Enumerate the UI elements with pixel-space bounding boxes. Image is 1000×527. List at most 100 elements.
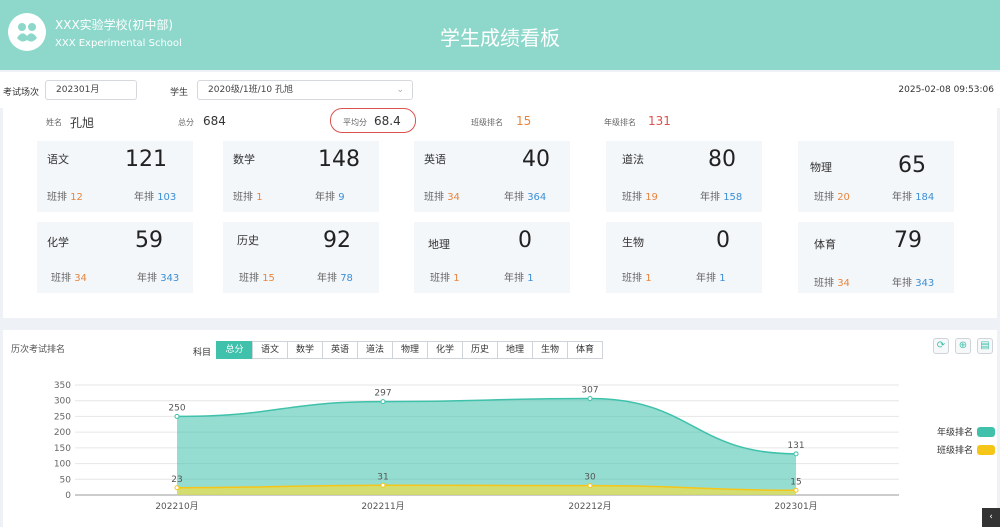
subject-card[interactable]: 体育 79 班排 34 年排 343 [798,222,954,293]
data-point [587,396,593,402]
x-tick-label: 202211月 [361,501,404,512]
tab-0[interactable]: 总分 [216,341,253,359]
data-label: 250 [168,403,185,413]
class-rank: 班排 20 [814,188,850,203]
class-rank-label: 班排 [622,273,642,284]
name-label: 姓名 [46,118,62,127]
tab-10[interactable]: 体育 [567,341,603,359]
subject-card[interactable]: 英语 40 班排 34 年排 364 [414,141,570,212]
class-rank: 班排 12 [47,188,83,203]
history-panel: 0 50 100 150 200 250 300 350 202210月 202211月 20221… [3,330,997,527]
grade-rank-value: 1 [527,273,534,284]
zoom-icon[interactable]: ⊕ [955,338,971,354]
subject-name: 历史 [237,234,259,247]
subject-tabs: 总分 语文 数学 英语 道法 物理 化学 历史 地理 生物 体育 [216,341,603,359]
tab-4[interactable]: 道法 [357,341,393,359]
class-rank: 班排 1 [622,269,652,284]
data-point [174,413,180,419]
class-rank-label: 班排 [51,273,71,284]
grade-rank-value: 78 [340,273,353,284]
tab-1[interactable]: 语文 [252,341,288,359]
class-rank-label: 班排 [814,278,834,289]
grade-rank-label: 年排 [892,192,912,203]
class-rank-label: 班排 [430,273,450,284]
tab-7[interactable]: 历史 [462,341,498,359]
data-label: 30 [584,473,596,483]
grade-rank-value: 343 [915,278,935,289]
tab-9[interactable]: 生物 [532,341,568,359]
subject-score: 79 [894,228,922,253]
y-tick-label: 250 [54,412,71,422]
subject-card[interactable]: 道法 80 班排 19 年排 158 [606,141,762,212]
class-rank: 班排 34 [51,269,87,284]
tab-5[interactable]: 物理 [392,341,428,359]
y-tick-label: 150 [54,444,71,454]
subject-score: 92 [323,228,351,253]
subject-name: 化学 [47,236,69,249]
tab-3[interactable]: 英语 [322,341,358,359]
class-rank-label: 班排 [233,192,253,203]
rank-history-chart: 0 50 100 150 200 250 300 350 202210月 202211月 20221… [54,381,995,512]
data-point [174,485,180,491]
total-label: 总分 [178,118,194,127]
subject-label: 科目 [193,348,212,358]
y-tick-label: 200 [54,428,71,438]
data-label: 15 [790,477,801,487]
grade-rank-label: 年排 [134,192,154,203]
student-select[interactable]: 2020级/1班/10 孔旭 ⌄ [197,80,413,100]
class-rank-value: 15 [262,273,275,284]
avg-label: 平均分 [343,118,367,127]
class-rank: 班排 34 [814,274,850,289]
student-select-value: 2020级/1班/10 孔旭 [208,85,294,95]
y-tick-label: 350 [54,381,71,391]
subject-name: 语文 [47,153,69,166]
subject-card[interactable]: 语文 121 班排 12 年排 103 [37,141,193,212]
data-point [793,451,799,457]
filter-bar: 考试场次 202301月 学生 2020级/1班/10 孔旭 ⌄ 2025-02… [0,72,1000,108]
subject-card[interactable]: 地理 0 班排 1 年排 1 [414,222,570,293]
legend-label: 年级排名 [937,426,973,438]
subject-name: 物理 [810,161,832,174]
subject-score: 65 [898,153,926,178]
y-tick-label: 100 [54,460,71,470]
subject-card[interactable]: 数学 148 班排 1 年排 9 [223,141,379,212]
tab-2[interactable]: 数学 [287,341,323,359]
collapse-icon[interactable]: ‹ [982,508,1000,527]
y-tick-label: 50 [60,475,72,485]
grade-rank: 年排 1 [504,269,534,284]
subject-card[interactable]: 化学 59 班排 34 年排 343 [37,222,193,293]
class-rank-label: 班排 [814,192,834,203]
grade-rank-value: 158 [723,192,743,203]
subject-name: 英语 [424,153,446,166]
grade-rank-value: 343 [160,273,180,284]
exam-select-value: 202301月 [56,85,100,95]
data-label: 131 [787,441,804,451]
class-rank-label: 班级排名 [471,118,503,127]
grade-rank: 年排 343 [137,269,179,284]
subject-card[interactable]: 历史 92 班排 15 年排 78 [223,222,379,293]
class-rank-value: 19 [645,192,658,203]
grade-rank-label: 年排 [892,278,912,289]
subject-name: 生物 [622,236,644,249]
grade-rank-label: 年级排名 [604,118,636,127]
subject-card[interactable]: 物理 65 班排 20 年排 184 [798,141,954,212]
avg-value: 68.4 [374,114,401,128]
refresh-icon[interactable]: ⟳ [933,338,949,354]
tab-8[interactable]: 地理 [497,341,533,359]
subject-score: 121 [125,147,167,172]
grade-rank-label: 年排 [504,192,524,203]
chevron-down-icon: ⌄ [396,85,404,95]
class-rank: 班排 34 [424,188,460,203]
exam-select[interactable]: 202301月 [45,80,137,100]
tab-6[interactable]: 化学 [427,341,463,359]
grade-rank: 年排 184 [892,188,934,203]
subject-name: 道法 [622,153,644,166]
document-icon[interactable]: ▤ [977,338,993,354]
data-label: 297 [374,389,391,399]
subject-score: 40 [522,147,550,172]
data-label: 23 [171,475,182,485]
subject-card[interactable]: 生物 0 班排 1 年排 1 [606,222,762,293]
grade-rank: 年排 78 [317,269,353,284]
y-tick-label: 300 [54,397,71,407]
grade-rank-label: 年排 [700,192,720,203]
